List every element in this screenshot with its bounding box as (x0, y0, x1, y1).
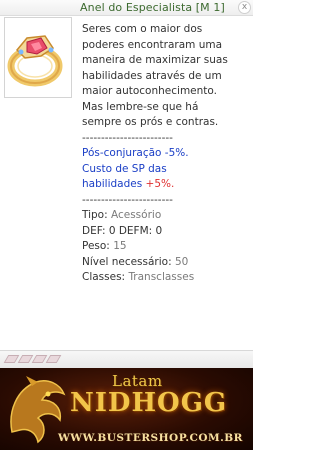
banner-brand: NIDHOGG (70, 388, 228, 418)
banner-url[interactable]: WWW.BUSTERSHOP.COM.BR (58, 432, 243, 444)
server-banner[interactable]: Latam NIDHOGG WWW.BUSTERSHOP.COM.BR (0, 368, 253, 450)
stat-value: 15 (113, 240, 127, 252)
stat-tipo: Tipo: Acessório (82, 208, 252, 224)
effect-value: +5%. (145, 178, 175, 190)
effect-line: Custo de SP das (82, 162, 167, 175)
description-line: sempre os prós e contras. (82, 116, 219, 128)
description-line: maior autoconhecimento. (82, 85, 217, 97)
item-image-frame (4, 17, 72, 98)
effect-text: habilidades (82, 178, 146, 190)
description-line: habilidades através de um (82, 69, 222, 82)
ring-icon (7, 35, 63, 87)
card-slot-strip (0, 350, 253, 369)
close-icon[interactable]: x (238, 1, 251, 14)
stat-label: Tipo: (82, 209, 111, 221)
separator: ------------------------ (82, 131, 173, 144)
stat-def: DEF: 0 DEFM: 0 (82, 224, 163, 237)
description-line: Seres com o maior dos (82, 23, 203, 35)
stat-label: Nível necessário: (82, 255, 175, 268)
stat-value: Acessório (110, 209, 162, 221)
item-window-titlebar[interactable]: Anel do Especialista [M 1] x (0, 0, 253, 16)
stat-peso: Peso: 15 (82, 239, 252, 255)
description-line: Mas lembre-se que há (82, 100, 199, 113)
stat-label: Peso: (82, 240, 114, 252)
separator: ------------------------ (82, 193, 173, 206)
stat-label: Classes: (82, 271, 129, 283)
stat-value: Transclasses (128, 271, 195, 283)
effect-line: habilidades +5%. (82, 177, 252, 193)
item-title: Anel do Especialista [M 1] (80, 1, 225, 14)
description-line: poderes encontraram uma (82, 38, 223, 51)
effect-line: Pós-conjuração -5%. (82, 147, 189, 159)
item-description: Seres com o maior dos poderes encontrara… (82, 22, 252, 286)
stat-value: 50 (174, 255, 189, 268)
stat-classes: Classes: Transclasses (82, 270, 252, 286)
stat-nivel: Nível necessário: 50 (82, 255, 252, 271)
card-slot-icon (45, 355, 62, 363)
description-line: maneira de maximizar suas (82, 54, 228, 66)
